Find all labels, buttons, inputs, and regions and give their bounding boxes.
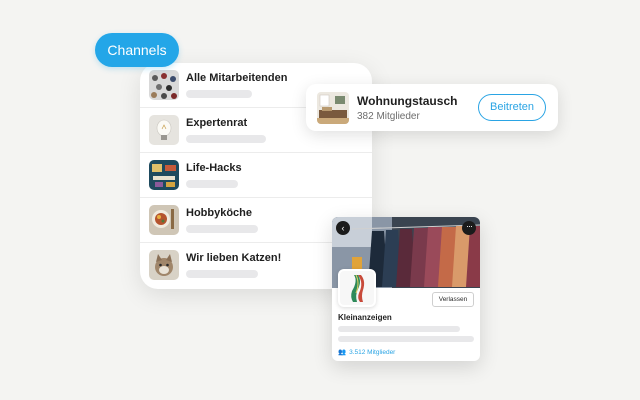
wohnungstausch-title: Wohnungstausch	[357, 94, 458, 108]
living-room-photo-icon	[317, 92, 349, 124]
placeholder-bar	[338, 336, 474, 342]
placeholder-bar	[186, 90, 252, 98]
channel-title: Life-Hacks	[186, 162, 242, 174]
join-button[interactable]: Beitreten	[478, 94, 546, 121]
channel-title: Alle Mitarbeitenden	[186, 72, 288, 84]
channels-pill[interactable]: Channels	[95, 33, 179, 67]
placeholder-bar	[186, 270, 258, 278]
wohnungstausch-card: Wohnungstausch 382 Mitglieder Beitreten	[306, 84, 558, 131]
more-options-button[interactable]: ···	[462, 221, 476, 235]
kleinanzeigen-member-count[interactable]: 👥 3.512 Mitglieder	[338, 348, 395, 356]
lightbulb-photo-icon	[149, 115, 179, 145]
wohnungstausch-member-count: 382 Mitglieder	[357, 111, 420, 122]
channel-title: Expertenrat	[186, 117, 248, 129]
placeholder-bar	[186, 180, 238, 188]
people-crowd-photo-icon	[149, 70, 179, 100]
desk-tools-photo-icon	[149, 160, 179, 190]
kleinanzeigen-title: Kleinanzeigen	[338, 313, 392, 322]
kleinanzeigen-card: ‹ ··· Verlassen Kleinanzeigen 👥 3.512 Mit…	[332, 217, 480, 361]
scarf-photo-icon	[338, 269, 376, 307]
channel-title: Hobbyköche	[186, 207, 253, 219]
placeholder-bar	[338, 326, 460, 332]
channel-item-life-hacks[interactable]: Life-Hacks	[140, 153, 372, 198]
back-button[interactable]: ‹	[336, 221, 350, 235]
channel-title: Wir lieben Katzen!	[186, 252, 282, 264]
placeholder-bar	[186, 135, 266, 143]
cat-photo-icon	[149, 250, 179, 280]
placeholder-bar	[186, 225, 258, 233]
people-icon: 👥	[338, 349, 347, 356]
member-count-label: 3.512 Mitglieder	[349, 349, 396, 356]
leave-button[interactable]: Verlassen	[432, 292, 474, 307]
food-bowl-photo-icon	[149, 205, 179, 235]
